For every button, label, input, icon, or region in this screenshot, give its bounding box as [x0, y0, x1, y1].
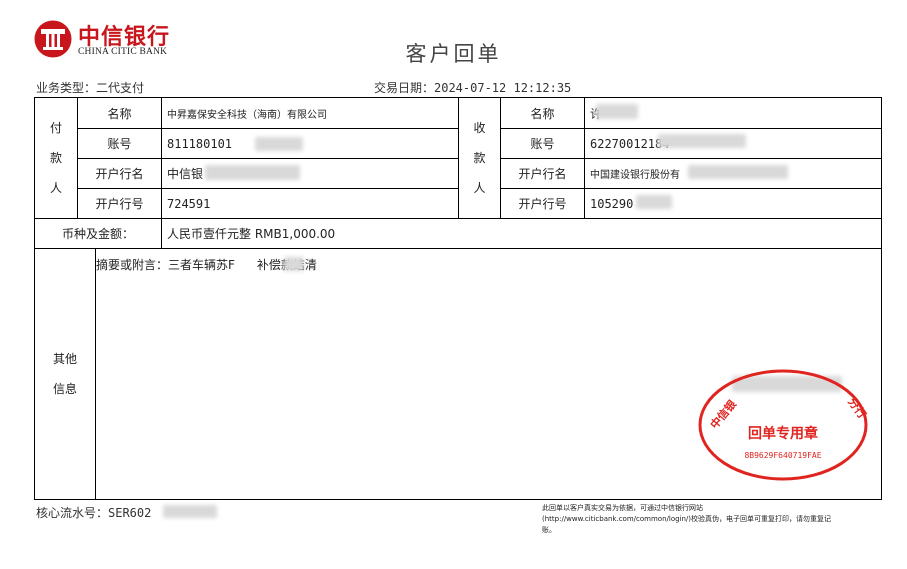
redaction-payee-bank-no: [636, 195, 672, 209]
payee-name-label: 名称: [500, 98, 584, 128]
redaction-payee-account: [658, 134, 746, 148]
redaction-payee-bank: [688, 165, 788, 179]
payee-bank-no-value: 105290: [584, 188, 881, 218]
payer-account-label: 账号: [77, 128, 161, 158]
redaction-payer-bank: [205, 165, 300, 180]
seal-title: 回单专用章: [748, 425, 818, 442]
other-info-label: 其他 信息: [35, 248, 95, 499]
redaction-serial: [163, 505, 217, 518]
trade-date: 交易日期：2024-07-12 12:12:35: [374, 81, 572, 95]
amount-value: 人民币壹仟元整 RMB1,000.00: [161, 218, 881, 248]
amount-label: 币种及金额：: [35, 218, 161, 248]
payer-name-value: 中昇嘉保安全科技（海南）有限公司: [161, 98, 458, 128]
core-serial-number: 核心流水号：SER602: [36, 506, 152, 520]
payer-bank-no-label: 开户行号: [77, 188, 161, 218]
payer-name-label: 名称: [77, 98, 161, 128]
payee-account-label: 账号: [500, 128, 584, 158]
remark-prefix: 摘要或附言：三者车辆苏F: [96, 258, 235, 272]
payee-bank-no-label: 开户行号: [500, 188, 584, 218]
payer-bank-label: 开户行名: [77, 158, 161, 188]
receipt-seal-stamp: 中信银 分行 回单专用章 8B9629F640719FAE: [698, 369, 869, 481]
payee-bank-label: 开户行名: [500, 158, 584, 188]
payee-group-label: 收 款 人: [458, 98, 500, 218]
footer-note: 此回单以客户真实交易为依据，可通过中信银行网站(http://www.citic…: [542, 504, 832, 534]
redaction-payee-name: [596, 104, 638, 119]
seal-ring-left: 中信银: [707, 396, 740, 431]
page-title: 客户回单: [405, 42, 502, 66]
payer-bank-no-value: 724591: [161, 188, 458, 218]
payer-account-value: 811180101: [161, 128, 458, 158]
seal-code: 8B9629F640719FAE: [744, 451, 821, 460]
redaction-remark: [284, 257, 304, 271]
payer-group-label: 付 款 人: [49, 121, 62, 195]
business-type: 业务类型：二代支付: [36, 81, 145, 95]
redaction-payer-account: [255, 137, 303, 151]
